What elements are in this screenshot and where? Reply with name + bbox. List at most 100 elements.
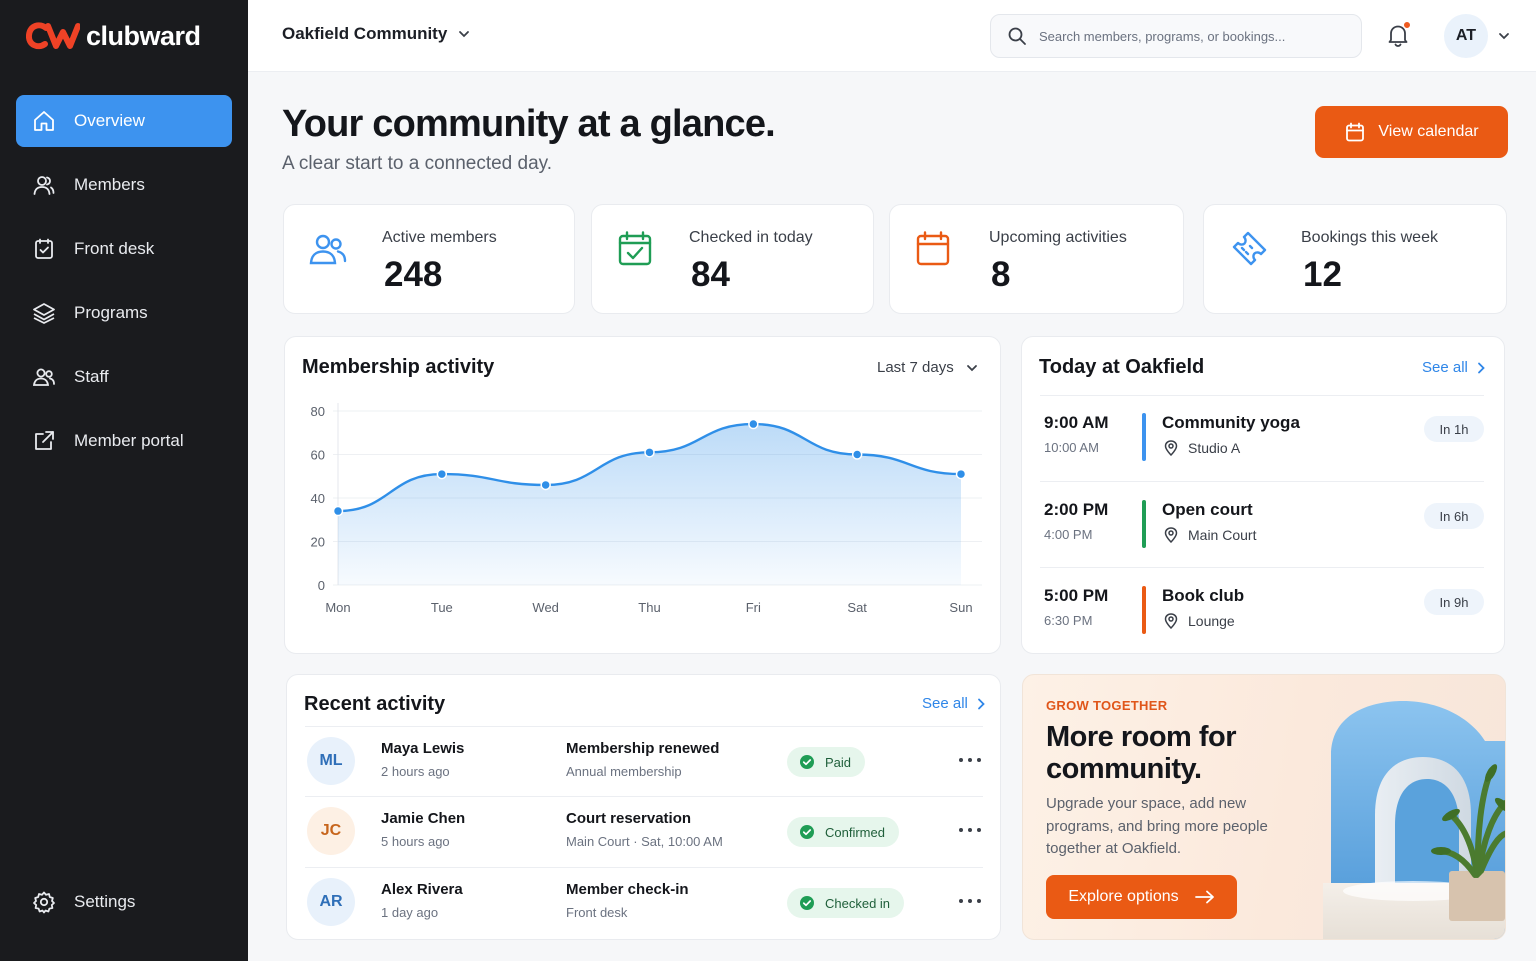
explore-options-label: Explore options	[1068, 888, 1179, 905]
schedule-item[interactable]: 9:00 AM 10:00 AM Community yoga Studio A…	[1022, 395, 1504, 481]
event-location: Studio A	[1164, 440, 1240, 456]
activity-row[interactable]: AR Alex Rivera 1 day ago Member check-in…	[287, 867, 1001, 937]
event-start-time: 2:00 PM	[1044, 500, 1109, 519]
y-tick-label: 60	[311, 448, 325, 463]
brand-name: clubward	[86, 20, 201, 51]
clipboard-check-icon	[35, 238, 53, 259]
stat-value: 12	[1303, 255, 1342, 294]
event-start-time: 5:00 PM	[1044, 586, 1109, 605]
y-tick-label: 40	[311, 491, 325, 506]
promo-title: More room for community.	[1046, 721, 1237, 785]
activity-detail: Annual membership	[566, 764, 682, 779]
recent-activity-card: Recent activity See all ML Maya Lewis 2 …	[286, 674, 1001, 940]
activity-detail: Main Court · Sat, 10:00 AM	[566, 834, 723, 849]
y-tick-label: 0	[318, 578, 325, 593]
page-subtitle: A clear start to a connected day.	[282, 153, 553, 174]
event-location: Lounge	[1164, 613, 1235, 629]
map-pin-icon	[1164, 527, 1178, 543]
stat-label: Bookings this week	[1301, 229, 1438, 246]
data-point	[748, 418, 759, 430]
sidebar-item-programs[interactable]: Programs	[16, 287, 232, 339]
stat-card-bookings[interactable]: Bookings this week 12	[1203, 204, 1507, 314]
see-all-label: See all	[1422, 359, 1468, 376]
check-circle-icon	[800, 896, 814, 910]
notifications-button[interactable]	[1385, 21, 1411, 48]
event-eta-badge: In 9h	[1424, 589, 1484, 615]
see-all-label: See all	[922, 695, 968, 712]
users-icon	[32, 368, 55, 386]
check-circle-icon	[800, 825, 814, 839]
sidebar-item-overview[interactable]: Overview	[16, 95, 232, 147]
activity-see-all-link[interactable]: See all	[922, 695, 986, 712]
x-tick-label: Wed	[532, 600, 559, 615]
view-calendar-button[interactable]: View calendar	[1315, 106, 1508, 158]
brand-logo[interactable]: clubward	[26, 20, 201, 52]
calendar-icon	[916, 231, 950, 266]
sidebar-item-members[interactable]: Members	[16, 159, 232, 211]
stat-card-upcoming[interactable]: Upcoming activities 8	[889, 204, 1184, 314]
stat-card-checked-in[interactable]: Checked in today 84	[591, 204, 874, 314]
activity-time: 2 hours ago	[381, 764, 450, 779]
member-name: Jamie Chen	[381, 810, 466, 827]
sidebar-item-front-desk[interactable]: Front desk	[16, 223, 232, 275]
x-tick-label: Fri	[746, 600, 761, 615]
data-point	[540, 479, 551, 491]
more-options-button[interactable]	[959, 750, 981, 770]
promo-card: GROW TOGETHER More room for community. U…	[1022, 674, 1506, 940]
stat-value: 8	[991, 255, 1011, 294]
event-name: Community yoga	[1162, 413, 1300, 432]
event-end-time: 6:30 PM	[1044, 613, 1093, 628]
event-location-label: Studio A	[1188, 440, 1241, 456]
community-selector[interactable]: Oakfield Community	[282, 24, 471, 44]
activity-row[interactable]: ML Maya Lewis 2 hours ago Membership ren…	[287, 726, 1001, 796]
data-point	[644, 447, 655, 458]
home-icon	[34, 111, 54, 131]
event-end-time: 10:00 AM	[1044, 440, 1099, 455]
data-point	[436, 468, 448, 480]
sidebar-item-label: Overview	[74, 111, 145, 130]
user-icon	[33, 176, 55, 195]
schedule-item[interactable]: 5:00 PM 6:30 PM Book club Lounge In 9h	[1022, 568, 1504, 654]
chevron-down-icon[interactable]	[1497, 29, 1511, 43]
data-point	[955, 468, 967, 480]
search-input[interactable]	[1039, 28, 1339, 44]
member-name: Alex Rivera	[381, 881, 463, 898]
promo-illustration	[1323, 701, 1505, 939]
sidebar-item-staff[interactable]: Staff	[16, 351, 232, 403]
sidebar-item-label: Front desk	[74, 239, 155, 258]
status-label: Confirmed	[825, 824, 885, 840]
view-calendar-label: View calendar	[1378, 123, 1479, 140]
today-see-all-link[interactable]: See all	[1422, 359, 1486, 376]
avatar: AR	[307, 878, 355, 926]
promo-eyebrow: GROW TOGETHER	[1046, 698, 1168, 713]
today-title: Today at Oakfield	[1039, 356, 1205, 378]
stat-label: Active members	[382, 229, 497, 246]
event-eta-badge: In 6h	[1424, 503, 1484, 529]
stat-value: 84	[691, 255, 730, 294]
event-color-bar	[1142, 413, 1146, 461]
x-tick-label: Sat	[847, 600, 867, 615]
stat-label: Checked in today	[689, 229, 813, 246]
data-point	[332, 505, 344, 517]
event-end-time: 4:00 PM	[1044, 527, 1093, 542]
search-box	[990, 14, 1362, 58]
user-avatar[interactable]: AT	[1444, 14, 1488, 58]
stat-value: 248	[384, 255, 443, 294]
more-options-button[interactable]	[959, 891, 981, 911]
ticket-icon	[1232, 231, 1267, 266]
sidebar-item-member-portal[interactable]: Member portal	[16, 415, 232, 467]
sidebar-item-settings[interactable]: Settings	[16, 876, 232, 928]
schedule-item[interactable]: 2:00 PM 4:00 PM Open court Main Court In…	[1022, 482, 1504, 568]
community-name: Oakfield Community	[282, 24, 448, 43]
activity-time: 1 day ago	[381, 905, 439, 920]
gear-icon	[33, 891, 55, 914]
chevron-down-icon	[459, 31, 470, 38]
stat-card-active-members[interactable]: Active members 248	[283, 204, 575, 314]
explore-options-button[interactable]: Explore options	[1046, 875, 1237, 919]
calendar-check-icon	[618, 231, 652, 266]
event-name: Book club	[1162, 586, 1245, 605]
activity-row[interactable]: JC Jamie Chen 5 hours ago Court reservat…	[287, 796, 1001, 866]
users-icon	[309, 234, 347, 265]
y-tick-label: 80	[311, 404, 325, 419]
more-options-button[interactable]	[959, 820, 981, 840]
